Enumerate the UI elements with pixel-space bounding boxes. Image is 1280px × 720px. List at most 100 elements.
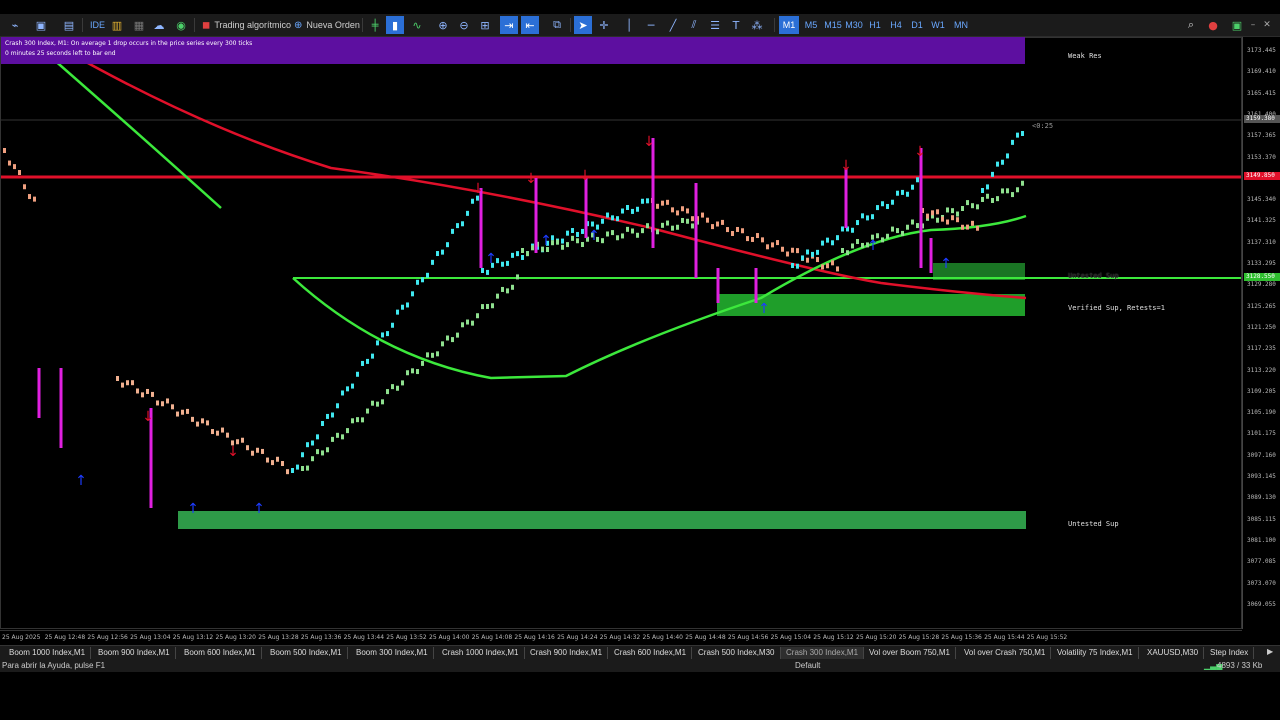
cloud-icon[interactable]: ☁ [150, 16, 168, 34]
trendline-icon[interactable]: ╱ [664, 16, 682, 34]
candle [321, 420, 324, 426]
templates-icon[interactable]: ▤ [60, 16, 78, 34]
timeframe-m15[interactable]: M15 [822, 16, 844, 34]
chart-type-icon[interactable]: ⌁ [6, 16, 24, 34]
timeframe-h1[interactable]: H1 [866, 16, 884, 34]
chart-shift-icon[interactable]: ⇤ [521, 16, 539, 34]
timeframe-d1[interactable]: D1 [908, 16, 926, 34]
chart-tab[interactable]: Boom 300 Index,M1 [351, 647, 434, 659]
chart-tab[interactable]: Boom 600 Index,M1 [179, 647, 262, 659]
new-chart-icon[interactable]: ▣ [32, 16, 50, 34]
buy-arrow-icon: ↑ [540, 233, 552, 249]
tabs-scroll-right-icon[interactable]: ▶ [1267, 647, 1273, 656]
channel-icon[interactable]: ⫽ [685, 16, 703, 34]
chart-tab[interactable]: Boom 1000 Index,M1 [4, 647, 92, 659]
chart-tab[interactable]: Crash 1000 Index,M1 [437, 647, 525, 659]
candle [621, 208, 624, 214]
chart-tab[interactable]: Crash 500 Index,M30 [693, 647, 781, 659]
crosshair-icon[interactable]: ✛ [595, 16, 613, 34]
search-icon[interactable]: ⌕ [1182, 16, 1200, 34]
minimize-icon[interactable]: – [1248, 16, 1258, 34]
algo-trading-button[interactable]: ◼ Trading algorítmico [198, 16, 295, 34]
vertical-line-icon[interactable]: │ [620, 16, 638, 34]
candle [826, 237, 829, 243]
timeframe-h4[interactable]: H4 [887, 16, 905, 34]
signals-icon[interactable]: ▦ [130, 16, 148, 34]
price-tick-label: 3165.415 [1247, 89, 1276, 97]
candle [946, 207, 949, 213]
candle [616, 235, 619, 241]
timeframe-mn[interactable]: MN [950, 16, 972, 34]
candle [361, 360, 364, 366]
ide-button[interactable]: IDE [86, 16, 109, 34]
candle [476, 313, 479, 319]
candle [3, 148, 6, 153]
price-tick-label: 3069.055 [1247, 600, 1276, 608]
candle [841, 248, 844, 253]
market-icon[interactable]: ▥ [108, 16, 126, 34]
candle [486, 303, 489, 309]
zoom-out-icon[interactable]: ⊖ [455, 16, 473, 34]
timeframe-m1[interactable]: M1 [779, 16, 799, 34]
fibonacci-icon[interactable]: ☰ [706, 16, 724, 34]
time-axis[interactable]: 25 Aug 2025 25 Aug 12:48 25 Aug 12:56 25 Au… [0, 630, 1242, 645]
candle [33, 196, 36, 202]
timeframe-m30[interactable]: M30 [843, 16, 865, 34]
chart-tab[interactable]: Step Index [1205, 647, 1255, 659]
chart-tab[interactable]: Vol over Boom 750,M1 [864, 647, 956, 659]
untested-sup-lower-zone [178, 511, 1026, 529]
candle [786, 251, 789, 257]
text-icon[interactable]: T [727, 16, 745, 34]
chart-tab[interactable]: Crash 900 Index,M1 [525, 647, 609, 659]
time-tick-label: 25 Aug 13:12 [172, 634, 214, 641]
candle [361, 417, 364, 423]
candle [886, 203, 889, 209]
grid-icon[interactable]: ⊞ [476, 16, 494, 34]
candle [936, 209, 939, 215]
candle [821, 264, 824, 270]
horizontal-line-icon[interactable]: ─ [642, 16, 660, 34]
candle [206, 420, 209, 426]
autoscroll-icon[interactable]: ⇥ [500, 16, 518, 34]
shapes-icon[interactable]: ⁂ [748, 16, 766, 34]
close-icon[interactable]: ✕ [1262, 16, 1272, 34]
candle [496, 293, 499, 299]
notifications-icon[interactable]: ● [1204, 16, 1222, 34]
new-order-button[interactable]: ⊕ Nueva Orden [290, 16, 364, 34]
line-chart-icon[interactable]: ∿ [408, 16, 426, 34]
time-tick-label: 25 Aug 14:32 [599, 634, 641, 641]
candle [576, 238, 579, 244]
candle [666, 199, 669, 205]
price-axis[interactable]: 3069.055 3073.070 3077.085 3081.100 3085.115… [1242, 37, 1280, 629]
candle [391, 322, 394, 328]
chart-tab[interactable]: Crash 300 Index,M1 [781, 647, 865, 659]
candle [311, 440, 314, 446]
price-chart[interactable]: ↑ ↑ ↑ ↑ ↑ ↑ ↑ ↑ ↑ ↓ ↓ ↓ ↓ ↓ ↓ ↓ ↓ [0, 37, 1242, 629]
green-line-price-badge: 3128.550 [1244, 273, 1280, 281]
candle [441, 341, 444, 347]
candles-icon[interactable]: ▮ [386, 16, 404, 34]
chart-tab[interactable]: Boom 900 Index,M1 [93, 647, 176, 659]
cursor-icon[interactable]: ➤ [574, 16, 592, 34]
chart-tab[interactable]: XAUUSD,M30 [1142, 647, 1205, 659]
chart-tab[interactable]: Volatility 75 Index,M1 [1052, 647, 1139, 659]
chart-tab[interactable]: Vol over Crash 750,M1 [959, 647, 1052, 659]
web-icon[interactable]: ◉ [172, 16, 190, 34]
candle [891, 226, 894, 232]
indicators-icon[interactable]: ⧉ [548, 16, 566, 34]
timeframe-w1[interactable]: W1 [929, 16, 947, 34]
candle [561, 238, 564, 244]
buy-arrow-icon: ↑ [940, 256, 952, 272]
chart-tab[interactable]: Boom 500 Index,M1 [265, 647, 348, 659]
candle [856, 220, 859, 226]
candle [701, 212, 704, 218]
chart-tab[interactable]: Crash 600 Index,M1 [609, 647, 693, 659]
time-tick-label: 25 Aug 13:04 [130, 634, 171, 641]
zoom-in-icon[interactable]: ⊕ [434, 16, 452, 34]
timeframe-m5[interactable]: M5 [802, 16, 820, 34]
candle [601, 218, 604, 224]
candle [211, 429, 214, 435]
bar-chart-icon[interactable]: ╪ [366, 16, 384, 34]
sell-arrow-icon: ↓ [142, 409, 154, 425]
community-icon[interactable]: ▣ [1228, 16, 1246, 34]
